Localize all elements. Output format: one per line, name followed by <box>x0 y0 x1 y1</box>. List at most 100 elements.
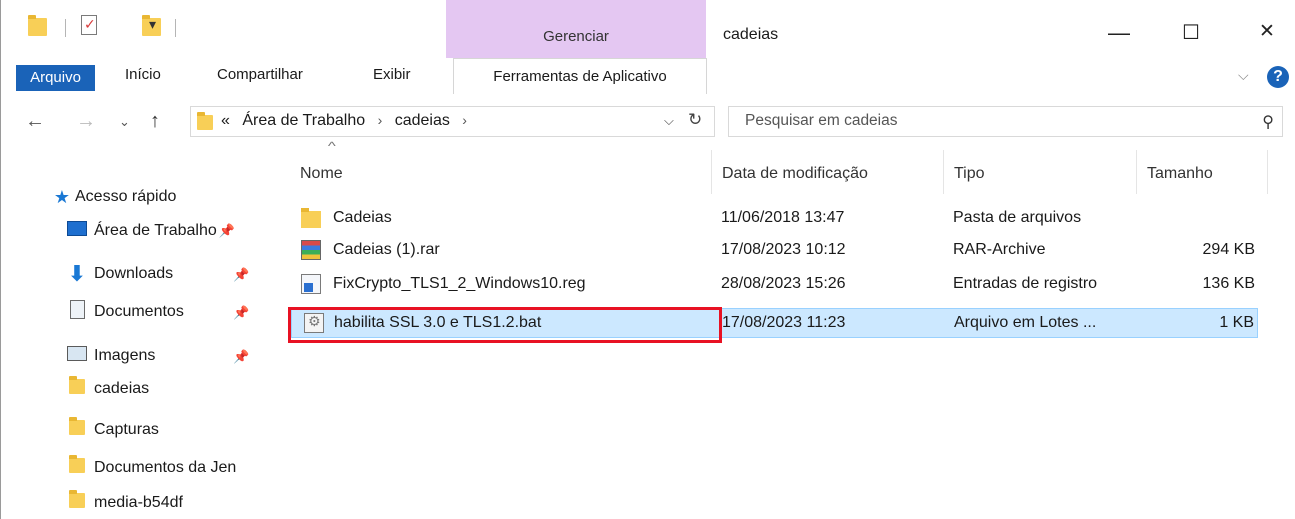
sidebar-item-capturas[interactable]: Capturas <box>66 415 159 445</box>
file-name: FixCrypto_TLS1_2_Windows10.reg <box>333 275 586 292</box>
file-type: Arquivo em Lotes ... <box>954 314 1097 331</box>
column-divider[interactable] <box>943 150 944 194</box>
breadcrumb-separator-icon[interactable]: › <box>378 112 383 128</box>
refresh-icon[interactable]: ↻ <box>688 110 702 130</box>
sidebar-item-label: Documentos <box>94 303 184 320</box>
column-divider[interactable] <box>711 150 712 194</box>
sidebar-item-quick-access[interactable]: ★ Acesso rápido <box>53 182 176 212</box>
file-name: Cadeias <box>333 209 392 226</box>
forward-arrow-icon[interactable]: → <box>76 110 96 133</box>
back-arrow-icon[interactable]: ← <box>25 110 45 133</box>
context-tab-group-label: Gerenciar <box>543 28 609 45</box>
tab-compartilhar[interactable]: Compartilhar <box>217 66 303 83</box>
breadcrumb-item[interactable]: cadeias <box>395 112 450 129</box>
folder-icon <box>66 490 88 513</box>
address-bar[interactable]: « Área de Trabalho › cadeias › ⌵ ↻ <box>190 106 715 137</box>
sort-ascending-icon: ^ <box>327 139 336 153</box>
sidebar-item-label: cadeias <box>94 380 150 397</box>
file-row[interactable]: Cadeias 11/06/2018 13:47 Pasta de arquiv… <box>291 204 1258 234</box>
tab-arquivo[interactable]: Arquivo <box>16 65 95 91</box>
folder-icon <box>66 455 88 478</box>
column-divider[interactable] <box>1136 150 1137 194</box>
sidebar-item-downloads[interactable]: ⬇ Downloads <box>66 259 173 289</box>
star-icon: ★ <box>53 186 71 207</box>
sidebar-item-documentos-da-jen[interactable]: Documentos da Jen <box>66 453 236 483</box>
help-icon[interactable]: ? <box>1267 66 1289 88</box>
pin-icon: 📌 <box>233 349 250 364</box>
recent-locations-chevron-icon[interactable]: ⌄ <box>119 114 130 130</box>
tab-ferramentas-de-aplicativo[interactable]: Ferramentas de Aplicativo <box>453 58 707 94</box>
desktop-icon <box>66 221 88 241</box>
file-date: 17/08/2023 10:12 <box>721 241 846 258</box>
sidebar-item-label: Capturas <box>94 421 159 438</box>
search-icon[interactable]: ⚲ <box>1262 112 1274 132</box>
file-size: 1 KB <box>1219 314 1254 331</box>
column-header-nome[interactable]: Nome <box>300 165 343 183</box>
column-header-tipo[interactable]: Tipo <box>954 165 985 183</box>
column-header-data[interactable]: Data de modificação <box>722 165 868 183</box>
registry-file-icon <box>301 274 321 294</box>
up-arrow-icon[interactable]: ↑ <box>150 110 160 133</box>
breadcrumb: « Área de Trabalho › cadeias › <box>221 112 475 130</box>
minimize-button[interactable]: — <box>1099 20 1139 50</box>
context-tab-group: Gerenciar <box>446 0 706 58</box>
close-button[interactable]: ✕ <box>1247 20 1287 50</box>
column-header-tamanho[interactable]: Tamanho <box>1147 165 1213 183</box>
rar-archive-icon <box>301 240 321 260</box>
ribbon-tabs: Arquivo Início Compartilhar Exibir Ferra… <box>1 58 1295 94</box>
annotation-highlight-box <box>288 307 722 343</box>
sidebar-item-label: Acesso rápido <box>75 188 177 205</box>
search-input[interactable]: Pesquisar em cadeias ⚲ <box>728 106 1283 137</box>
file-explorer-window: ✓ ▾ Gerenciar cadeias — ☐ ✕ Arquivo Iníc… <box>0 0 1295 519</box>
sidebar-item-area-de-trabalho[interactable]: Área de Trabalho 📌 <box>66 216 235 246</box>
file-size: 294 KB <box>1202 241 1255 258</box>
download-arrow-icon: ⬇ <box>67 261 87 286</box>
folder-icon <box>301 208 321 228</box>
file-size: 136 KB <box>1202 275 1255 292</box>
sidebar-item-media-b54df[interactable]: media-b54df <box>66 488 183 518</box>
pin-icon: 📌 <box>233 305 250 320</box>
pin-icon: 📌 <box>233 267 250 282</box>
sidebar-item-label: Área de Trabalho <box>94 222 217 239</box>
sidebar-item-cadeias[interactable]: cadeias <box>66 374 149 404</box>
file-date: 28/08/2023 15:26 <box>721 275 846 292</box>
pictures-icon <box>66 346 88 366</box>
file-name: Cadeias (1).rar <box>333 241 440 258</box>
breadcrumb-overflow[interactable]: « <box>221 112 230 129</box>
customize-quick-access-icon[interactable]: ▾ <box>149 16 156 33</box>
breadcrumb-separator-icon[interactable]: › <box>462 112 467 128</box>
properties-icon[interactable]: ✓ <box>81 15 97 35</box>
sidebar-item-documentos[interactable]: Documentos <box>66 297 184 327</box>
documents-icon <box>66 300 88 324</box>
address-dropdown-icon[interactable]: ⌵ <box>664 113 674 129</box>
pin-icon: 📌 <box>218 223 235 238</box>
search-placeholder: Pesquisar em cadeias <box>745 112 898 129</box>
sidebar-item-imagens[interactable]: Imagens <box>66 341 155 371</box>
sidebar-item-label: Documentos da Jen <box>94 459 237 476</box>
folder-icon <box>197 112 213 130</box>
expand-ribbon-icon[interactable]: ⌵ <box>1238 67 1249 84</box>
navigation-bar: ← → ⌄ ↑ « Área de Trabalho › cadeias › ⌵… <box>1 102 1295 142</box>
file-row[interactable]: Cadeias (1).rar 17/08/2023 10:12 RAR-Arc… <box>291 236 1258 266</box>
sidebar-item-label: media-b54df <box>94 494 183 511</box>
file-date: 17/08/2023 11:23 <box>722 314 846 331</box>
column-divider[interactable] <box>1267 150 1268 194</box>
folder-icon <box>66 376 88 399</box>
file-type: RAR-Archive <box>953 241 1046 258</box>
navigation-pane: ★ Acesso rápido Área de Trabalho 📌 ⬇ Dow… <box>1 142 271 519</box>
folder-icon[interactable] <box>28 15 47 36</box>
sidebar-item-label: Downloads <box>94 265 174 282</box>
toolbar-divider <box>65 19 66 37</box>
maximize-button[interactable]: ☐ <box>1171 20 1211 50</box>
window-title: cadeias <box>723 26 779 43</box>
tab-inicio[interactable]: Início <box>125 66 161 83</box>
sidebar-item-label: Imagens <box>94 347 156 364</box>
file-row[interactable]: FixCrypto_TLS1_2_Windows10.reg 28/08/202… <box>291 270 1258 300</box>
title-bar: ✓ ▾ Gerenciar cadeias — ☐ ✕ <box>1 0 1295 60</box>
toolbar-divider <box>175 19 176 37</box>
file-date: 11/06/2018 13:47 <box>721 209 845 226</box>
breadcrumb-item[interactable]: Área de Trabalho <box>242 112 365 129</box>
folder-icon <box>66 417 88 440</box>
file-type: Pasta de arquivos <box>953 209 1082 226</box>
tab-exibir[interactable]: Exibir <box>373 66 411 83</box>
